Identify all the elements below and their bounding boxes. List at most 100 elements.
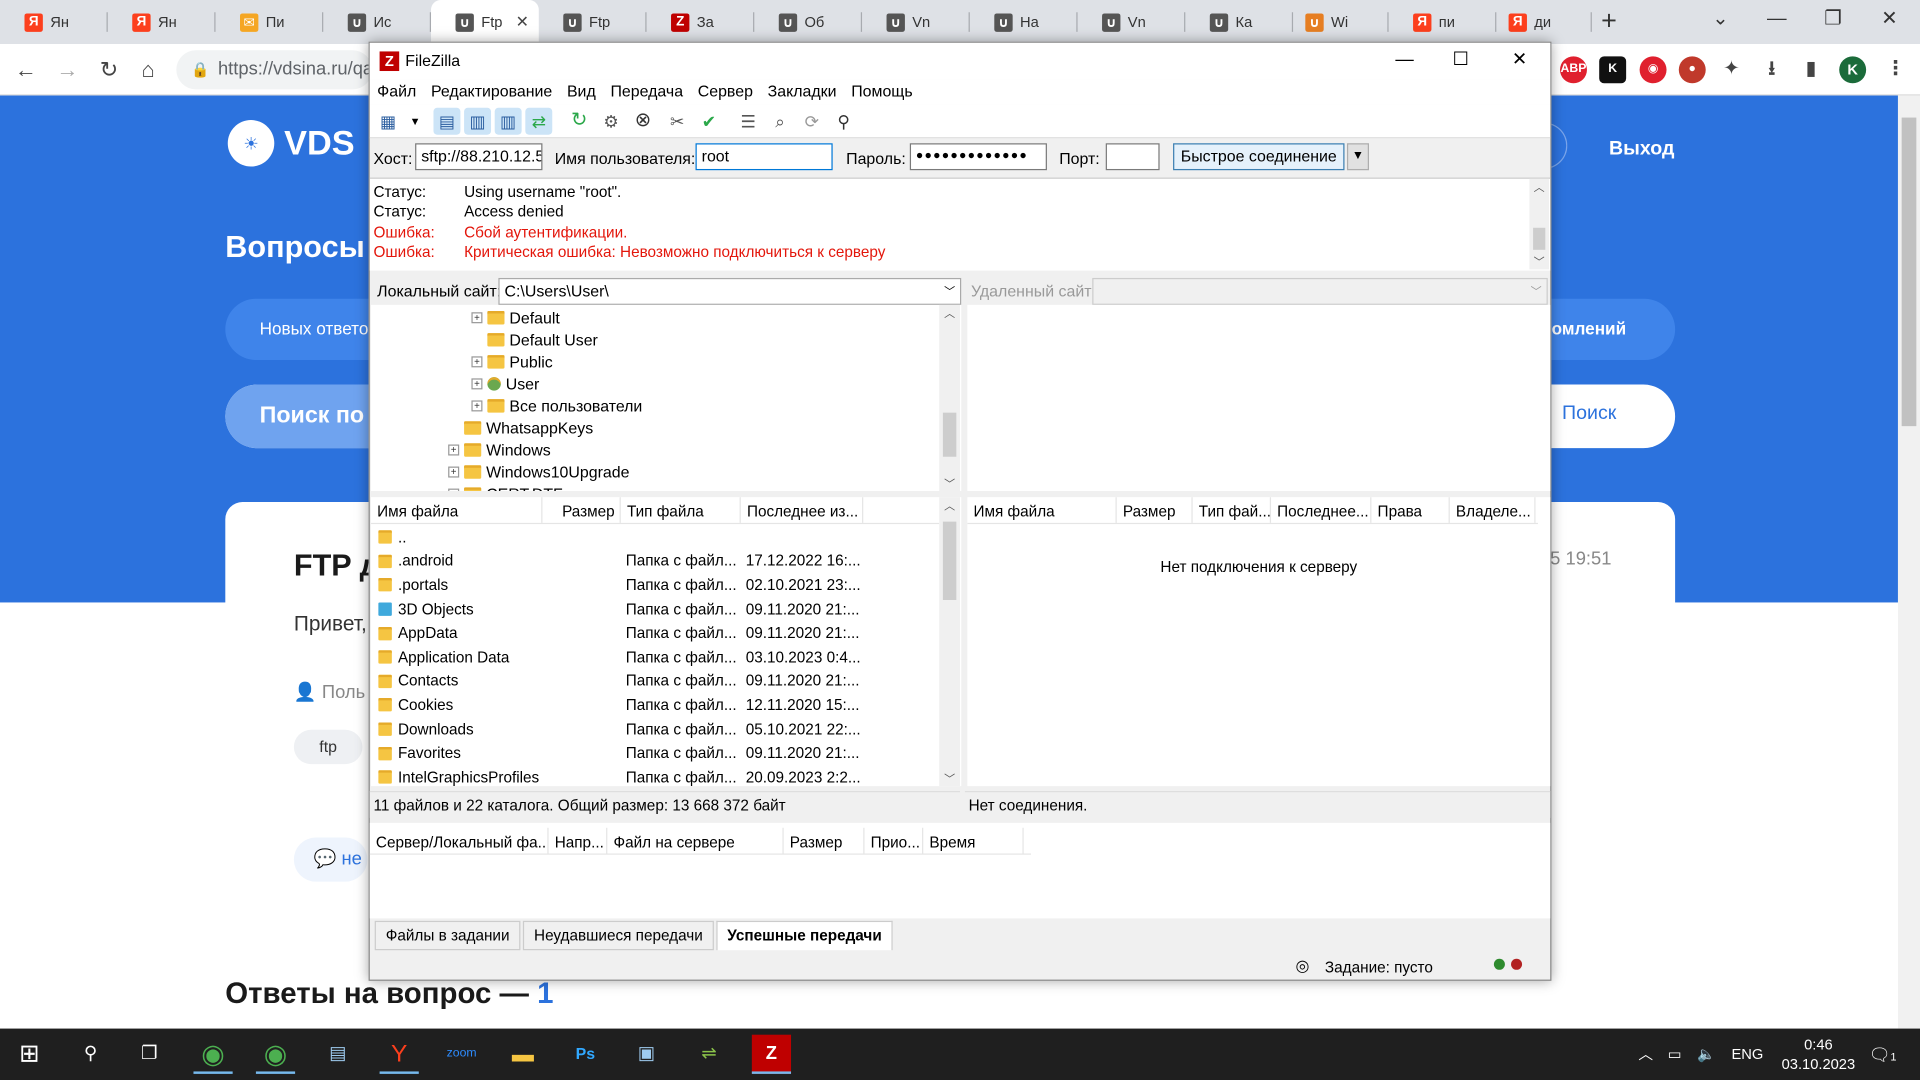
scroll-down-icon[interactable]: ﹀ xyxy=(939,770,960,786)
task-view-icon[interactable]: ❐ xyxy=(130,1035,169,1074)
chrome-profile-icon[interactable]: ◉ xyxy=(255,1035,296,1074)
disconnect-icon[interactable]: ✂ xyxy=(664,108,691,135)
red-extension-icon[interactable]: ◉ xyxy=(1639,56,1667,84)
browser-tab[interactable]: ∪ На xyxy=(970,0,1078,44)
adblock-icon[interactable]: ABP xyxy=(1560,56,1587,84)
tree-node[interactable]: +Default User xyxy=(471,328,598,350)
search-binoculars-icon[interactable]: ⚲ xyxy=(830,108,857,135)
expand-icon[interactable]: + xyxy=(471,377,483,389)
queue-tab[interactable]: Неудавшиеся передачи xyxy=(522,920,714,951)
tag-ftp[interactable]: ftp xyxy=(293,729,363,765)
column-header[interactable]: Напр... xyxy=(549,827,608,854)
exit-link[interactable]: Выход xyxy=(1609,138,1674,160)
scroll-up-icon[interactable]: ︿ xyxy=(1529,179,1549,195)
menu-item[interactable]: Помощь xyxy=(844,80,920,104)
compare-directories-icon[interactable]: ⌕ xyxy=(767,108,794,135)
process-queue-icon[interactable]: ⚙ xyxy=(598,108,625,135)
browser-tab[interactable]: ∪ Ка xyxy=(1185,0,1294,44)
tree-node[interactable]: + CERT.DTF xyxy=(448,482,563,492)
browser-tab[interactable]: ∪ Ftp xyxy=(539,0,647,44)
file-explorer-icon[interactable]: ▬ xyxy=(503,1035,542,1074)
file-row[interactable]: .. xyxy=(371,525,868,549)
new-answers-link[interactable]: Новых ответо xyxy=(260,318,369,338)
expand-icon[interactable]: + xyxy=(448,487,460,492)
column-header[interactable]: Размер xyxy=(784,827,865,854)
column-header[interactable]: Последнее... xyxy=(1271,497,1372,523)
menu-item[interactable]: Редактирование xyxy=(424,80,560,104)
download-icon[interactable]: ⭳ xyxy=(1758,56,1785,83)
tree-node[interactable]: + Windows10Upgrade xyxy=(448,460,629,482)
expand-icon[interactable]: + xyxy=(471,311,483,323)
file-row[interactable]: Cookies Папка с файл... 12.11.2020 15:... xyxy=(371,693,868,717)
browser-tab[interactable]: Япи xyxy=(1389,0,1497,44)
menu-item[interactable]: Передача xyxy=(603,80,690,104)
browser-tab[interactable]: ✉ Пи xyxy=(216,0,324,44)
new-tab-button[interactable]: + xyxy=(1592,5,1626,39)
file-row[interactable]: .android Папка с файл... 17.12.2022 16:... xyxy=(371,549,868,573)
local-path-combobox[interactable]: C:\Users\User\ ﹀ xyxy=(498,277,962,305)
battery-icon[interactable]: ▭ xyxy=(1668,1029,1682,1080)
expand-icon[interactable]: + xyxy=(448,465,460,477)
browser-tab[interactable]: ∪ Ис xyxy=(323,0,432,44)
tree-scrollbar[interactable]: ︿ ﹀ xyxy=(939,304,961,492)
mushroom-extension-icon[interactable]: ● xyxy=(1678,56,1706,84)
host-input[interactable]: sftp://88.210.12.5 xyxy=(415,143,543,171)
yandex-browser-icon[interactable]: Y xyxy=(379,1035,419,1074)
network-app-icon[interactable]: ⇌ xyxy=(689,1035,728,1074)
search-icon[interactable]: ⚲ xyxy=(71,1035,110,1074)
side-panel-icon[interactable]: ▮ xyxy=(1798,56,1825,83)
url-field[interactable]: 🔒 https://vdsina.ru/qa xyxy=(176,50,373,90)
home-icon[interactable]: ⌂ xyxy=(132,54,164,86)
expand-icon[interactable]: + xyxy=(471,355,483,367)
file-row[interactable]: IntelGraphicsProfiles Папка с файл... 20.0… xyxy=(371,765,868,786)
file-row[interactable]: 3D Objects Папка с файл... 09.11.2020 21:.… xyxy=(371,597,868,621)
quickconnect-dropdown-icon[interactable]: ▼ xyxy=(1346,143,1369,171)
search-button[interactable]: Поиск xyxy=(1562,403,1616,425)
browser-tab[interactable]: ∪ Vn xyxy=(862,0,970,44)
zoom-icon[interactable]: zoom xyxy=(442,1035,481,1074)
notepad-icon[interactable]: ▤ xyxy=(318,1035,357,1074)
language-indicator[interactable]: ENG xyxy=(1731,1029,1763,1080)
notifications-icon[interactable]: 🗨1 xyxy=(1869,1029,1897,1080)
column-header[interactable]: Права xyxy=(1371,497,1450,523)
k-extension-icon[interactable]: K xyxy=(1599,56,1627,84)
photoshop-icon[interactable]: Ps xyxy=(566,1035,605,1074)
extensions-puzzle-icon[interactable]: ✦ xyxy=(1718,56,1745,83)
browser-tab[interactable]: ∪ Wi xyxy=(1281,0,1389,44)
column-header[interactable]: Последнее из... xyxy=(741,497,864,523)
browser-tab[interactable]: ∪ Vn xyxy=(1078,0,1186,44)
cancel-icon[interactable]: ⊗ xyxy=(629,108,656,135)
browser-tab[interactable]: Яди xyxy=(1484,0,1592,44)
tree-node[interactable]: + Windows xyxy=(448,438,551,460)
scroll-up-icon[interactable]: ︿ xyxy=(939,497,960,513)
menu-item[interactable]: Сервер xyxy=(690,80,760,104)
file-list-scroll-thumb[interactable] xyxy=(942,521,957,601)
tree-scroll-thumb[interactable] xyxy=(942,412,957,457)
column-header[interactable]: Размер xyxy=(1117,497,1193,523)
column-header[interactable]: Имя файла xyxy=(967,497,1117,523)
column-header[interactable]: Тип фай... xyxy=(1193,497,1272,523)
tree-node[interactable]: + User xyxy=(471,372,539,394)
quickconnect-button[interactable]: Быстрое соединение xyxy=(1173,143,1345,171)
file-row[interactable]: Application Data Папка с файл... 03.10.202… xyxy=(371,645,868,669)
port-input[interactable] xyxy=(1105,143,1160,171)
site-manager-icon[interactable]: ▦ xyxy=(375,108,402,135)
site-manager-dropdown-icon[interactable]: ▼ xyxy=(402,108,429,135)
question-author[interactable]: 👤 Поль xyxy=(294,681,365,703)
chrome-menu-icon[interactable]: ⋮ xyxy=(1882,56,1909,83)
column-header[interactable]: Файл на сервере xyxy=(607,827,784,854)
column-header[interactable]: Имя файла xyxy=(371,497,543,523)
back-arrow-icon[interactable]: ← xyxy=(10,54,42,86)
forward-arrow-icon[interactable]: → xyxy=(51,54,83,86)
page-scrollbar[interactable] xyxy=(1897,95,1920,1029)
browser-tab[interactable]: Я Ян xyxy=(0,0,108,44)
browser-tab[interactable]: Z За xyxy=(647,0,755,44)
file-list-scrollbar[interactable]: ︿ ﹀ xyxy=(939,497,961,787)
fz-maximize-button[interactable]: ☐ xyxy=(1433,43,1489,80)
column-header[interactable]: Прио... xyxy=(864,827,924,854)
toggle-log-icon[interactable]: ▤ xyxy=(433,107,461,135)
tree-node[interactable]: + Все пользователи xyxy=(471,394,642,416)
expand-icon[interactable]: + xyxy=(471,399,483,411)
close-button[interactable]: ✕ xyxy=(1861,0,1917,44)
scroll-down-icon[interactable]: ﹀ xyxy=(1529,253,1549,269)
